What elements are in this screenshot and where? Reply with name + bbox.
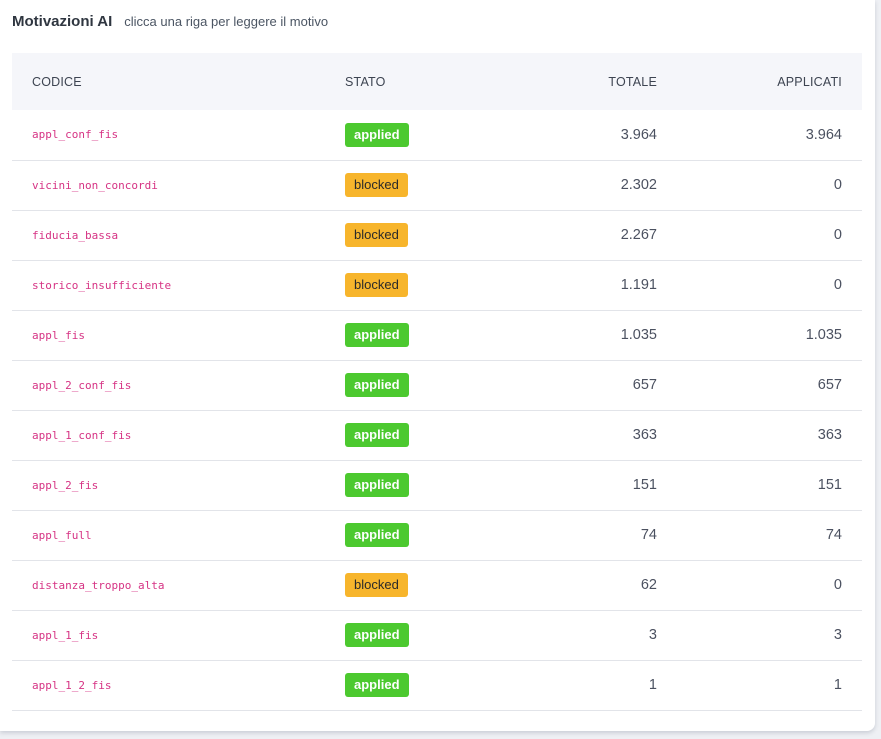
reason-code: appl_2_conf_fis: [32, 378, 132, 392]
card-header: Motivazioni AI clicca una riga per legge…: [12, 13, 328, 33]
total-count: 3: [648, 627, 657, 643]
applied-count: 3: [833, 627, 842, 643]
reason-code: appl_2_fis: [32, 478, 99, 492]
card-subtitle: clicca una riga per leggere il motivo: [124, 14, 329, 29]
reason-code: appl_1_conf_fis: [32, 428, 132, 442]
applied-count: 657: [817, 377, 842, 393]
table-row[interactable]: appl_1_2_fis applied 1 1: [12, 660, 862, 710]
table-row[interactable]: appl_1_conf_fis applied 363 363: [12, 410, 862, 460]
applied-count: 363: [817, 427, 842, 443]
status-badge: blocked: [345, 173, 408, 197]
total-count: 657: [632, 377, 657, 393]
applied-count: 0: [833, 227, 842, 243]
table-row[interactable]: distanza_troppo_alta blocked 62 0: [12, 560, 862, 610]
reasons-table: CODICE STATO TOTALE APPLICATI appl_conf_…: [12, 53, 862, 711]
reason-code: vicini_non_concordi: [32, 178, 158, 192]
column-header-applied: APPLICATI: [777, 74, 842, 89]
status-badge: applied: [345, 323, 409, 347]
status-badge: applied: [345, 673, 409, 697]
reason-code: appl_conf_fis: [32, 128, 119, 142]
table-row[interactable]: fiducia_bassa blocked 2.267 0: [12, 210, 862, 260]
header-row: CODICE STATO TOTALE APPLICATI: [12, 53, 862, 110]
column-header-total: TOTALE: [608, 74, 657, 89]
applied-count: 151: [817, 477, 842, 493]
ai-reasons-card: Motivazioni AI clicca una riga per legge…: [0, 0, 875, 731]
total-count: 1.035: [620, 327, 657, 343]
table-row[interactable]: appl_2_conf_fis applied 657 657: [12, 360, 862, 410]
card-title: Motivazioni AI: [12, 13, 113, 30]
applied-count: 74: [825, 527, 842, 543]
reason-code: distanza_troppo_alta: [32, 578, 165, 592]
applied-count: 1.035: [805, 327, 842, 343]
status-cell: applied: [325, 610, 505, 660]
table-row[interactable]: storico_insufficiente blocked 1.191 0: [12, 260, 862, 310]
total-count: 1: [648, 677, 657, 693]
total-count: 2.267: [620, 227, 657, 243]
column-header-status: STATO: [345, 74, 386, 89]
table-row[interactable]: appl_2_fis applied 151 151: [12, 460, 862, 510]
column-header-code: CODICE: [32, 74, 82, 89]
reason-code: fiducia_bassa: [32, 228, 119, 242]
status-cell: applied: [325, 410, 505, 460]
status-cell: applied: [325, 660, 505, 710]
status-badge: applied: [345, 373, 409, 397]
status-badge: applied: [345, 623, 409, 647]
status-badge: applied: [345, 473, 409, 497]
applied-count: 0: [833, 177, 842, 193]
table-header: CODICE STATO TOTALE APPLICATI: [12, 53, 862, 110]
table-body: appl_conf_fis applied 3.964 3.964 vicini_non…: [12, 110, 862, 710]
total-count: 1.191: [620, 277, 657, 293]
table-row[interactable]: appl_1_fis applied 3 3: [12, 610, 862, 660]
status-cell: applied: [325, 360, 505, 410]
table-row[interactable]: appl_fis applied 1.035 1.035: [12, 310, 862, 360]
table-row[interactable]: appl_conf_fis applied 3.964 3.964: [12, 110, 862, 160]
status-badge: blocked: [345, 273, 408, 297]
status-cell: blocked: [325, 260, 505, 310]
reason-code: appl_1_2_fis: [32, 678, 112, 692]
status-badge: applied: [345, 523, 409, 547]
status-cell: blocked: [325, 160, 505, 210]
status-badge: blocked: [345, 223, 408, 247]
status-cell: applied: [325, 510, 505, 560]
status-cell: applied: [325, 110, 505, 160]
applied-count: 0: [833, 277, 842, 293]
total-count: 3.964: [620, 126, 657, 143]
total-count: 74: [640, 527, 657, 543]
applied-count: 3.964: [805, 126, 842, 143]
table-row[interactable]: vicini_non_concordi blocked 2.302 0: [12, 160, 862, 210]
reason-code: storico_insufficiente: [32, 278, 172, 292]
status-badge: blocked: [345, 573, 408, 597]
status-cell: applied: [325, 310, 505, 360]
table-row[interactable]: appl_full applied 74 74: [12, 510, 862, 560]
reason-code: appl_full: [32, 528, 92, 542]
applied-count: 1: [833, 677, 842, 693]
applied-count: 0: [833, 577, 842, 593]
total-count: 62: [640, 577, 657, 593]
status-cell: blocked: [325, 210, 505, 260]
status-cell: applied: [325, 460, 505, 510]
status-cell: blocked: [325, 560, 505, 610]
status-badge: applied: [345, 423, 409, 447]
reason-code: appl_fis: [32, 328, 85, 342]
total-count: 2.302: [620, 177, 657, 193]
status-badge: applied: [345, 122, 409, 147]
reason-code: appl_1_fis: [32, 628, 99, 642]
total-count: 363: [632, 427, 657, 443]
total-count: 151: [632, 477, 657, 493]
